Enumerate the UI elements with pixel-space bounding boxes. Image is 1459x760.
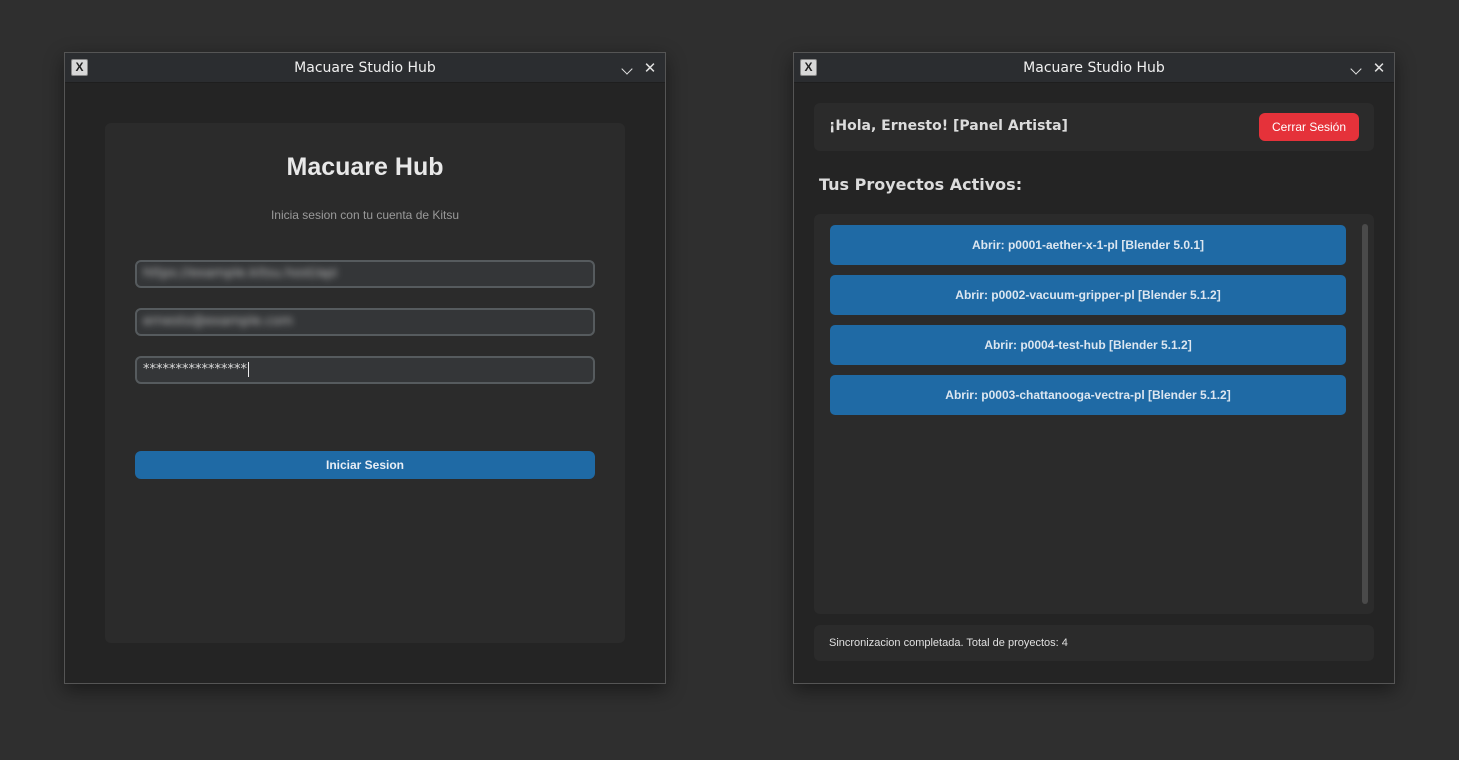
login-card: Macuare Hub Inicia sesion con tu cuenta … [105,123,625,643]
email-value: ernesto@example.com [143,314,294,329]
scrollbar[interactable] [1362,224,1368,604]
projects-heading: Tus Proyectos Activos: [819,175,1023,194]
project-button-p0002[interactable]: Abrir: p0002-vacuum-gripper-pl [Blender … [830,275,1346,315]
project-button-p0001[interactable]: Abrir: p0001-aether-x-1-pl [Blender 5.0.… [830,225,1346,265]
greeting-text: ¡Hola, Ernesto! [Panel Artista] [829,118,1068,134]
server-url-input[interactable]: https://example.kitsu.host/api [135,260,595,288]
panel-header: ¡Hola, Ernesto! [Panel Artista] Cerrar S… [814,103,1374,151]
password-value: **************** [143,362,247,377]
minimize-chevron-down-icon[interactable] [617,58,637,78]
password-input[interactable]: **************** [135,356,595,384]
email-input[interactable]: ernesto@example.com [135,308,595,336]
status-bar: Sincronizacion completada. Total de proy… [814,625,1374,661]
project-list: Abrir: p0001-aether-x-1-pl [Blender 5.0.… [814,214,1374,614]
minimize-chevron-down-icon[interactable] [1346,58,1366,78]
server-url-value: https://example.kitsu.host/api [143,266,338,281]
panel-window: X Macuare Studio Hub ✕ ¡Hola, Ernesto! [… [793,52,1395,684]
login-subtitle: Inicia sesion con tu cuenta de Kitsu [270,208,460,222]
x-icon: X [800,59,817,76]
window-title: Macuare Studio Hub [1023,59,1165,76]
close-icon[interactable]: ✕ [640,58,660,78]
login-title: Macuare Hub [286,153,444,181]
login-window: X Macuare Studio Hub ✕ Macuare Hub Inici… [64,52,666,684]
login-button[interactable]: Iniciar Sesion [135,451,595,479]
close-icon[interactable]: ✕ [1369,58,1389,78]
logout-button[interactable]: Cerrar Sesión [1259,113,1359,141]
window-title: Macuare Studio Hub [294,59,436,76]
project-button-p0004[interactable]: Abrir: p0004-test-hub [Blender 5.1.2] [830,325,1346,365]
titlebar[interactable]: X Macuare Studio Hub ✕ [65,53,665,83]
titlebar[interactable]: X Macuare Studio Hub ✕ [794,53,1394,83]
status-text: Sincronizacion completada. Total de proy… [829,637,1068,649]
project-button-p0003[interactable]: Abrir: p0003-chattanooga-vectra-pl [Blen… [830,375,1346,415]
text-caret [248,362,249,377]
x-icon: X [71,59,88,76]
